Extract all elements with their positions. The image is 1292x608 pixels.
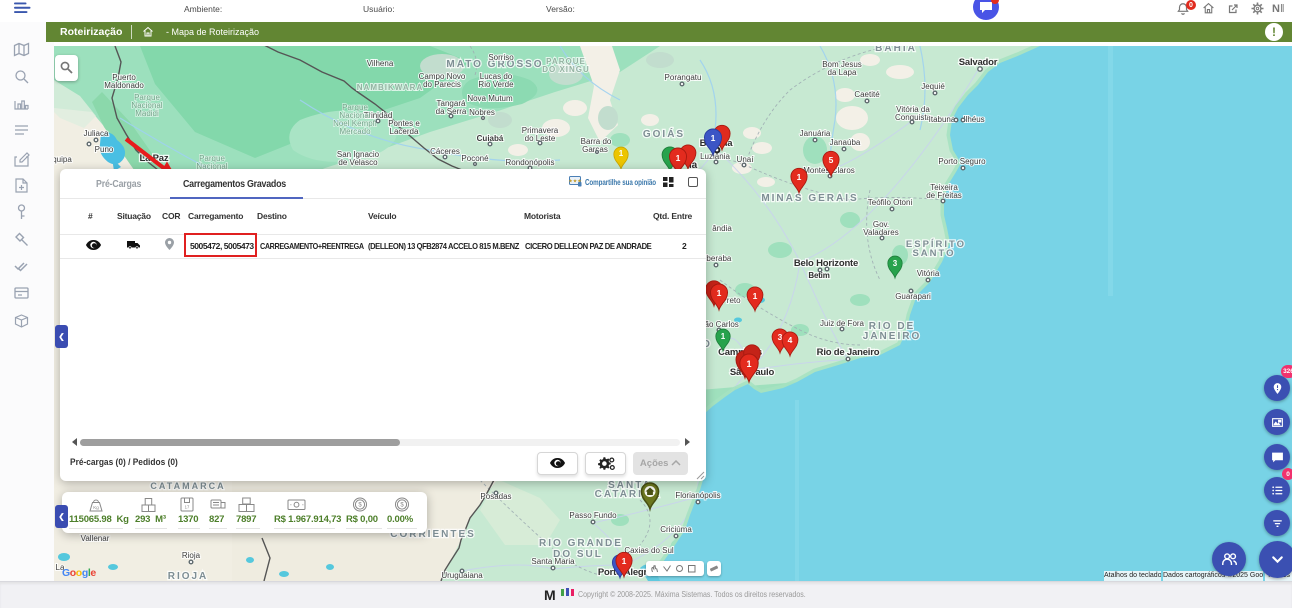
svg-text:de Freitas: de Freitas bbox=[926, 191, 962, 200]
svg-text:Vilhena: Vilhena bbox=[367, 59, 394, 68]
svg-text:$: $ bbox=[358, 503, 362, 509]
svg-text:Nobres: Nobres bbox=[469, 108, 495, 117]
svg-text:1: 1 bbox=[797, 172, 802, 182]
svg-text:4: 4 bbox=[788, 335, 793, 345]
svg-text:Caetité: Caetité bbox=[854, 90, 880, 99]
svg-text:Rio de Janeiro: Rio de Janeiro bbox=[817, 347, 880, 358]
svg-text:Maldonado: Maldonado bbox=[104, 81, 144, 90]
svg-text:Lacerda: Lacerda bbox=[390, 127, 419, 136]
svg-text:5: 5 bbox=[829, 155, 834, 165]
svg-text:JANEIRO: JANEIRO bbox=[863, 331, 921, 342]
svg-text:Itabuna: Itabuna bbox=[929, 115, 956, 124]
svg-text:MINAS GERAIS: MINAS GERAIS bbox=[761, 193, 858, 204]
svg-text:Porangatu: Porangatu bbox=[665, 73, 702, 82]
svg-text:do Parecis: do Parecis bbox=[423, 80, 461, 89]
svg-text:3: 3 bbox=[893, 259, 898, 268]
svg-text:Salvador: Salvador bbox=[959, 57, 998, 68]
svg-text:CATAMARCA: CATAMARCA bbox=[150, 481, 225, 491]
svg-text:Caxias do Sul: Caxias do Sul bbox=[624, 546, 674, 555]
svg-text:Rioja: Rioja bbox=[182, 551, 201, 560]
svg-text:Vallenar: Vallenar bbox=[81, 534, 110, 543]
svg-text:Santa Maria: Santa Maria bbox=[531, 557, 575, 566]
svg-text:Valadares: Valadares bbox=[863, 228, 898, 237]
svg-text:Nova Mutum: Nova Mutum bbox=[467, 94, 513, 103]
svg-text:Florianópolis: Florianópolis bbox=[675, 491, 720, 500]
svg-text:Garças: Garças bbox=[582, 145, 608, 154]
svg-text:17: 17 bbox=[185, 505, 190, 510]
svg-text:1: 1 bbox=[619, 149, 624, 158]
svg-text:1: 1 bbox=[753, 291, 758, 301]
svg-text:Sorriso: Sorriso bbox=[488, 53, 514, 62]
svg-text:ândia: ândia bbox=[712, 224, 732, 233]
svg-text:BAHIA: BAHIA bbox=[875, 43, 917, 54]
svg-text:quipa: quipa bbox=[52, 155, 72, 164]
svg-text:SANTO: SANTO bbox=[912, 248, 955, 259]
svg-text:Porto Seguro: Porto Seguro bbox=[938, 157, 986, 166]
svg-text:Criciúma: Criciúma bbox=[660, 525, 692, 534]
svg-text:1: 1 bbox=[717, 288, 722, 298]
svg-text:DO XINGU: DO XINGU bbox=[542, 65, 590, 74]
svg-text:Jequié: Jequié bbox=[921, 82, 945, 91]
svg-text:Juliaca: Juliaca bbox=[84, 129, 109, 138]
svg-text:Teófilo Otoni: Teófilo Otoni bbox=[868, 198, 913, 207]
svg-text:RIO GRANDE: RIO GRANDE bbox=[539, 538, 623, 549]
svg-text:Rio Verde: Rio Verde bbox=[478, 80, 514, 89]
svg-text:Poconé: Poconé bbox=[461, 154, 489, 163]
svg-text:1: 1 bbox=[746, 359, 751, 369]
svg-text:Janaúba: Janaúba bbox=[830, 138, 861, 147]
svg-text:1: 1 bbox=[711, 133, 716, 143]
svg-text:Kg: Kg bbox=[93, 505, 99, 510]
svg-text:Puno: Puno bbox=[95, 145, 114, 154]
svg-text:Ilhéus: Ilhéus bbox=[963, 115, 984, 124]
svg-text:$: $ bbox=[400, 503, 404, 509]
svg-text:1: 1 bbox=[622, 556, 627, 566]
svg-text:1: 1 bbox=[721, 332, 726, 341]
svg-text:Passo Fundo: Passo Fundo bbox=[569, 511, 617, 520]
svg-text:Vitória: Vitória bbox=[917, 269, 940, 278]
svg-text:Unaí: Unaí bbox=[737, 155, 755, 164]
svg-text:GOIÁS: GOIÁS bbox=[643, 127, 685, 140]
svg-text:Betim: Betim bbox=[808, 271, 829, 280]
svg-text:Mercado: Mercado bbox=[339, 127, 371, 136]
svg-text:Januária: Januária bbox=[800, 129, 831, 138]
svg-text:NAMBIKWARA: NAMBIKWARA bbox=[357, 83, 423, 92]
svg-text:de Velasco: de Velasco bbox=[338, 158, 378, 167]
svg-text:da Lapa: da Lapa bbox=[828, 68, 857, 77]
svg-text:Madidi: Madidi bbox=[135, 109, 159, 118]
svg-text:1: 1 bbox=[676, 153, 681, 163]
svg-text:Guarapari: Guarapari bbox=[895, 292, 931, 301]
